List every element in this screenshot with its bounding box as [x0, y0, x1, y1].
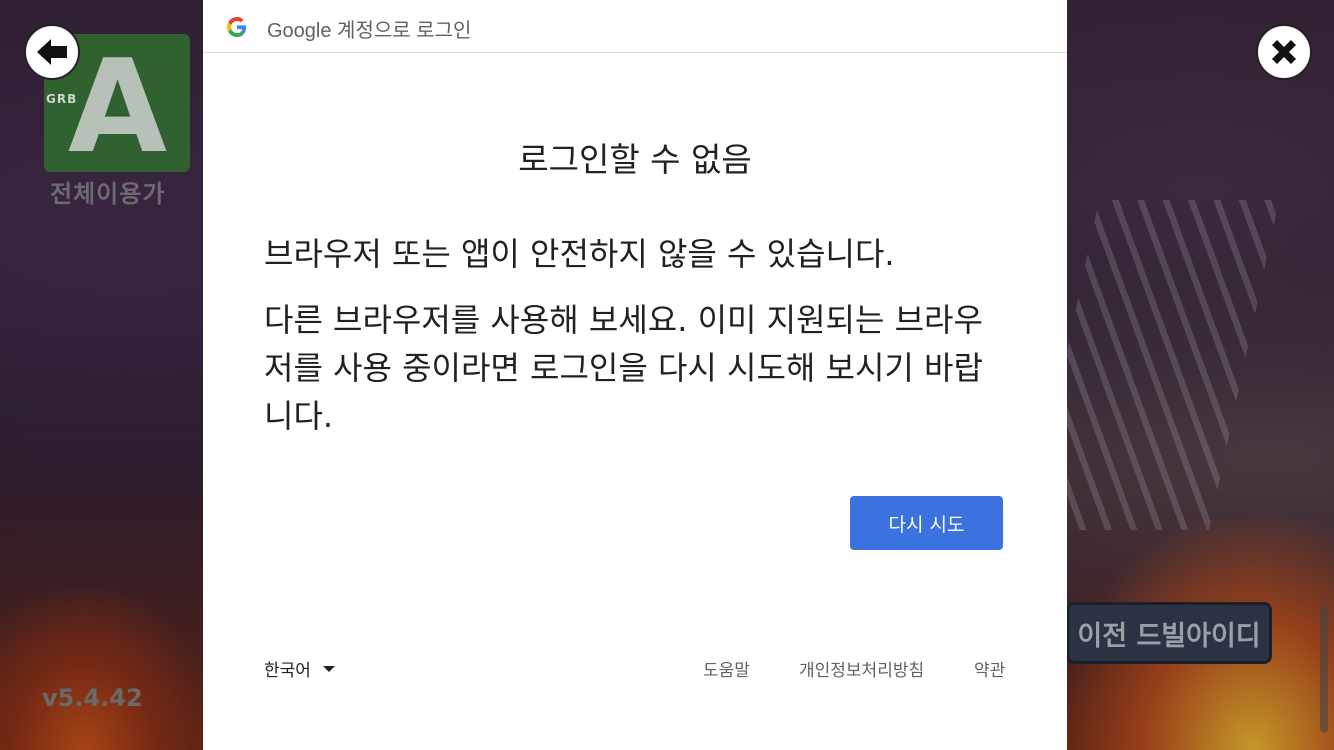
- retry-button[interactable]: 다시 시도: [850, 496, 1003, 550]
- google-signin-dialog: Google 계정으로 로그인 로그인할 수 없음 브라우저 또는 앱이 안전하…: [203, 0, 1067, 750]
- google-logo-icon: [227, 17, 247, 37]
- message-insecure: 브라우저 또는 앱이 안전하지 않을 수 있습니다.: [264, 235, 895, 273]
- previous-devil-id-button[interactable]: 이전 드빌아이디: [1066, 602, 1272, 664]
- terms-link[interactable]: 약관: [974, 656, 1005, 681]
- header-title: Google 계정으로 로그인: [267, 20, 472, 42]
- message-instructions: 다른 브라우저를 사용해 보세요. 이미 지원되는 브라우저를 사용 중이라면 …: [264, 301, 983, 435]
- chevron-down-icon: [322, 666, 335, 672]
- side-scroll-strip: [1320, 605, 1328, 733]
- rating-label: 전체이용가: [50, 180, 166, 208]
- arrow-left-icon: [37, 39, 67, 65]
- close-button[interactable]: [1256, 24, 1312, 80]
- language-label: 한국어: [264, 660, 311, 681]
- close-icon: [1272, 40, 1296, 64]
- privacy-link[interactable]: 개인정보처리방침: [799, 656, 924, 681]
- help-link[interactable]: 도움말: [703, 656, 750, 681]
- page-title: 로그인할 수 없음: [518, 140, 752, 179]
- rating-mark: A: [68, 33, 168, 182]
- dialog-header: Google 계정으로 로그인: [203, 0, 1067, 53]
- background-flame-left: [0, 590, 210, 750]
- back-button[interactable]: [24, 24, 80, 80]
- version-label: v5.4.42: [42, 684, 143, 712]
- language-select[interactable]: 한국어: [264, 654, 335, 682]
